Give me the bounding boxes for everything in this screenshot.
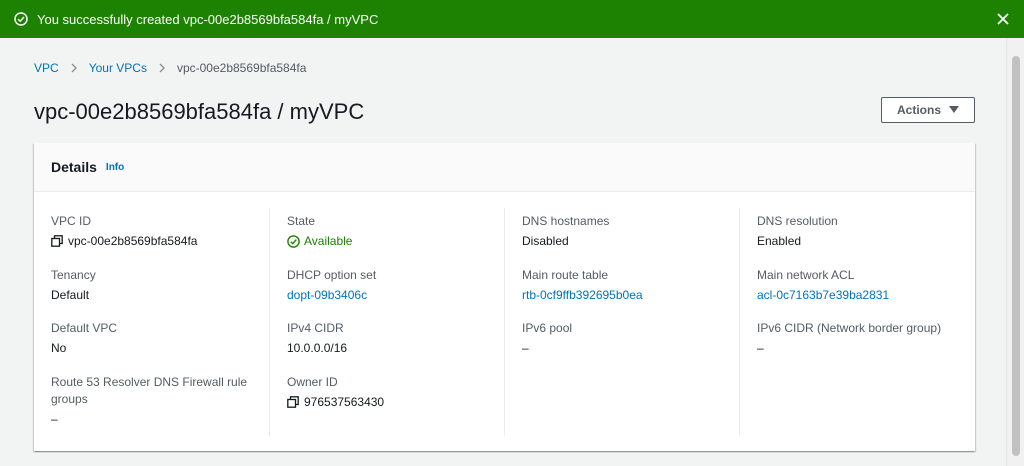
actions-button[interactable]: Actions [881,97,975,123]
chevron-right-icon [70,63,78,73]
dhcp-link[interactable]: dopt-09b3406c [287,288,367,302]
close-icon[interactable] [996,12,1010,26]
chevron-right-icon [158,63,166,73]
field-dns-hostnames: DNS hostnames Disabled [522,213,722,248]
details-grid: VPC ID vpc-00e2b8569bfa584fa Tenancy Def… [34,192,975,451]
info-link[interactable]: Info [106,162,124,173]
field-ipv6-cidr: IPv6 CIDR (Network border group) – [757,320,957,355]
breadcrumb-vpc[interactable]: VPC [34,61,59,75]
breadcrumb-your-vpcs[interactable]: Your VPCs [89,61,147,75]
route-table-link[interactable]: rtb-0cf9ffb392695b0ea [522,288,643,302]
field-value: No [51,341,67,355]
field-value: Enabled [757,234,802,248]
field-value: vpc-00e2b8569bfa584fa [51,234,251,248]
network-acl-link[interactable]: acl-0c7163b7e39ba2831 [757,288,889,302]
field-label: IPv4 CIDR [287,321,344,335]
caret-down-icon [949,106,959,114]
field-value: – [51,412,58,426]
field-label: Main route table [522,268,609,282]
field-vpc-id: VPC ID vpc-00e2b8569bfa584fa [51,213,251,248]
field-label: Main network ACL [757,268,855,282]
breadcrumb-current: vpc-00e2b8569bfa584fa [176,61,307,75]
field-dns-resolution: DNS resolution Enabled [757,213,957,248]
vertical-scrollbar[interactable] [1006,38,1024,466]
details-header: Details Info [34,143,975,192]
main-content: VPC Your VPCs vpc-00e2b8569bfa584fa vpc-… [0,38,1006,466]
field-label: Tenancy [51,268,96,282]
details-column-4: DNS resolution Enabled Main network ACL … [740,208,975,436]
details-column-1: VPC ID vpc-00e2b8569bfa584fa Tenancy Def… [34,208,270,436]
actions-label: Actions [896,103,941,117]
field-ipv4-cidr: IPv4 CIDR 10.0.0.0/16 [287,320,487,355]
details-panel: Details Info VPC ID vpc-00e2b8569bfa584f… [34,143,975,451]
field-value: acl-0c7163b7e39ba2831 [757,288,957,302]
check-circle-icon [287,234,300,248]
field-state: State Available [287,213,487,248]
vpc-id-value: vpc-00e2b8569bfa584fa [68,234,198,248]
field-label: DHCP option set [287,268,377,282]
field-value: Available [287,234,487,248]
owner-id-value: 976537563430 [304,395,385,409]
field-label: Route 53 Resolver DNS Firewall rule grou… [51,375,248,406]
state-value: Available [304,234,353,248]
field-main-route-table: Main route table rtb-0cf9ffb392695b0ea [522,267,722,302]
details-title: Details [51,159,97,175]
field-label: VPC ID [51,214,92,228]
scrollbar-thumb[interactable] [1012,56,1020,456]
page-title: vpc-00e2b8569bfa584fa / myVPC [34,99,365,124]
details-column-3: DNS hostnames Disabled Main route table … [505,208,740,436]
field-label: IPv6 pool [522,321,573,335]
field-tenancy: Tenancy Default [51,267,251,302]
field-owner-id: Owner ID 976537563430 [287,374,487,409]
field-main-network-acl: Main network ACL acl-0c7163b7e39ba2831 [757,267,957,302]
field-value: – [757,341,764,355]
success-flashbar: You successfully created vpc-00e2b8569bf… [0,0,1024,38]
field-value: rtb-0cf9ffb392695b0ea [522,288,722,302]
field-value: dopt-09b3406c [287,288,487,302]
field-label: State [287,214,316,228]
field-value: Disabled [522,234,569,248]
field-value: – [522,341,529,355]
flash-message: You successfully created vpc-00e2b8569bf… [37,11,379,27]
field-label: DNS resolution [757,214,838,228]
field-dns-firewall: Route 53 Resolver DNS Firewall rule grou… [51,374,251,426]
field-value: 976537563430 [287,395,487,409]
field-label: Owner ID [287,375,338,389]
copy-icon[interactable] [51,235,63,247]
field-label: Default VPC [51,321,118,335]
field-value: Default [51,288,90,302]
breadcrumb: VPC Your VPCs vpc-00e2b8569bfa584fa [34,61,306,75]
details-column-2: State Available DHCP option set dopt-09b… [270,208,505,436]
field-label: DNS hostnames [522,214,610,228]
field-dhcp: DHCP option set dopt-09b3406c [287,267,487,302]
field-ipv6-pool: IPv6 pool – [522,320,722,355]
copy-icon[interactable] [287,396,299,408]
field-value: 10.0.0.0/16 [287,341,348,355]
check-circle-icon [14,12,28,26]
field-default-vpc: Default VPC No [51,320,251,355]
field-label: IPv6 CIDR (Network border group) [757,321,942,335]
